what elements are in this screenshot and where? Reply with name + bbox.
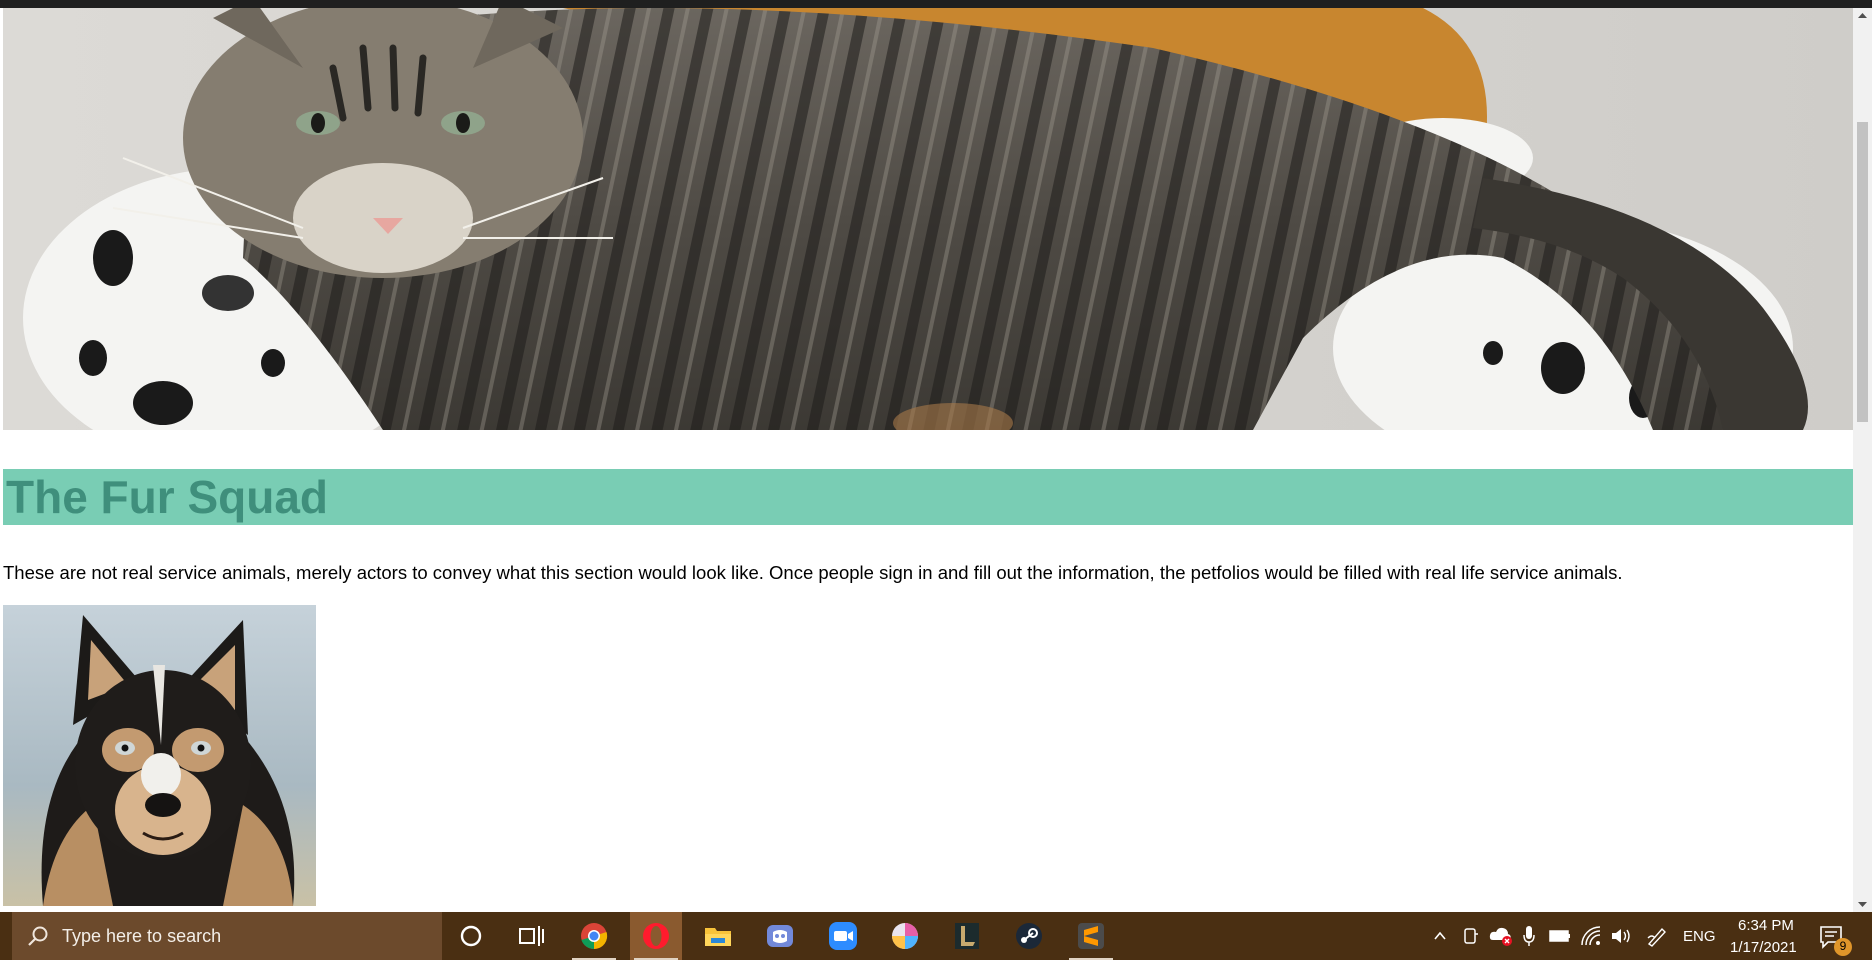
discord-icon[interactable] <box>764 920 796 952</box>
pen-ink-icon[interactable] <box>1646 924 1670 948</box>
scroll-up-arrow-icon[interactable] <box>1853 8 1872 24</box>
notification-count: 9 <box>1839 939 1847 953</box>
paint-icon[interactable] <box>889 920 921 952</box>
zoom-icon[interactable] <box>827 920 859 952</box>
sublime-icon[interactable] <box>1075 920 1107 952</box>
search-placeholder: Type here to search <box>62 926 222 946</box>
league-icon[interactable] <box>951 920 983 952</box>
cortana-icon[interactable] <box>455 920 487 952</box>
title-band: The Fur Squad <box>3 469 1853 525</box>
chrome-icon[interactable] <box>578 920 610 952</box>
taskbar-search-box[interactable]: Type here to search <box>12 912 442 960</box>
volume-icon[interactable] <box>1610 926 1632 946</box>
page-viewport[interactable]: The Fur Squad These are not real service… <box>0 8 1853 912</box>
microphone-icon[interactable] <box>1521 924 1537 948</box>
intro-text: These are not real service animals, mere… <box>3 562 1623 583</box>
clock-date[interactable]: 1/17/2021 <box>1730 939 1797 956</box>
scroll-thumb[interactable] <box>1857 122 1868 422</box>
clock-time[interactable]: 6:34 PM <box>1738 917 1794 934</box>
task-view-icon[interactable] <box>516 920 548 952</box>
steam-icon[interactable] <box>1013 920 1045 952</box>
notification-badge: 9 <box>1834 938 1852 956</box>
cloud-error-icon[interactable] <box>1488 924 1514 948</box>
opera-icon[interactable] <box>640 920 672 952</box>
scroll-down-arrow-icon[interactable] <box>1853 896 1872 912</box>
page-scrollbar[interactable] <box>1853 8 1872 912</box>
language-indicator[interactable]: ENG <box>1683 928 1716 945</box>
hero-cat-image <box>3 8 1853 430</box>
chevron-up-icon[interactable] <box>1432 928 1448 944</box>
browser-top-edge <box>0 0 1872 8</box>
file-explorer-icon[interactable] <box>702 920 734 952</box>
search-icon <box>28 926 48 946</box>
battery-icon[interactable] <box>1549 928 1571 944</box>
page-title: The Fur Squad <box>6 471 328 523</box>
husky-portrait-image[interactable] <box>3 605 316 906</box>
device-icon[interactable] <box>1462 926 1480 946</box>
windows-taskbar: Type here to search ENG 6:34 PM 1/17/202… <box>0 912 1872 960</box>
wifi-icon[interactable] <box>1580 925 1602 947</box>
